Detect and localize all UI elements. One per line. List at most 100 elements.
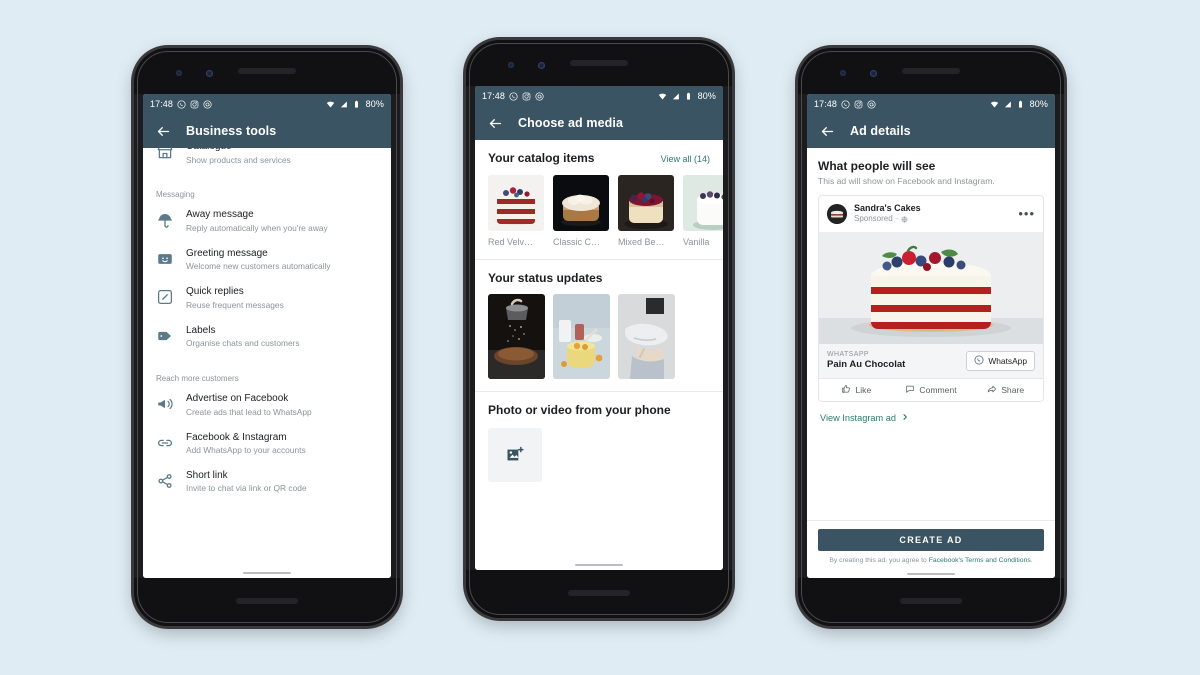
- list-item-subtitle: Organise chats and customers: [186, 338, 300, 349]
- whatsapp-cta-button[interactable]: WhatsApp: [966, 350, 1035, 371]
- battery-percent-label: 80%: [1029, 99, 1048, 109]
- bottom-speaker-grille: [900, 598, 962, 604]
- back-arrow-icon[interactable]: [156, 124, 171, 139]
- whatsapp-icon: [177, 99, 186, 109]
- wifi-icon: [326, 100, 335, 109]
- list-item-away-message[interactable]: Away message Reply automatically when yo…: [143, 202, 391, 240]
- labels-icon: [156, 327, 174, 345]
- messenger-icon: [867, 99, 876, 109]
- like-button[interactable]: Like: [819, 384, 894, 396]
- catalog-thumbnail-strip[interactable]: Red Velv… Classic C… Mixed Be… Vanilla: [488, 175, 723, 247]
- catalog-item-label: Red Velv…: [488, 237, 534, 247]
- list-item-advertise-on-facebook[interactable]: Advertise on Facebook Create ads that le…: [143, 386, 391, 424]
- list-item-greeting-message[interactable]: Greeting message Welcome new customers a…: [143, 241, 391, 279]
- terms-text: By creating this ad, you agree to Facebo…: [818, 557, 1044, 566]
- signal-icon: [1003, 100, 1012, 109]
- camera-sensor-icon: [176, 70, 182, 76]
- status-thumbnail-strip[interactable]: [488, 294, 710, 379]
- catalog-thumbnail-classic-cream[interactable]: [553, 175, 609, 231]
- signal-icon: [671, 92, 680, 101]
- phone-top-bezel: [798, 48, 1064, 94]
- ad-meta-separator: ·: [895, 214, 899, 224]
- phone-bottom-bezel: [798, 578, 1064, 626]
- globe-icon: [901, 216, 908, 223]
- front-camera-icon: [870, 70, 877, 77]
- catalog-item[interactable]: Classic C…: [553, 175, 609, 247]
- front-camera-icon: [538, 62, 545, 69]
- section-title: Photo or video from your phone: [488, 403, 671, 417]
- list-item-title: Advertise on Facebook: [186, 393, 289, 405]
- ad-kicker-label: WHATSAPP: [827, 351, 869, 359]
- list-item-title: Facebook & Instagram: [186, 431, 287, 443]
- section-label-messaging: Messaging: [156, 190, 195, 200]
- phone-bottom-bezel: [134, 578, 400, 626]
- wifi-icon: [658, 92, 667, 101]
- app-bar: Ad details: [807, 114, 1055, 148]
- terms-link[interactable]: Facebook's Terms and Conditions: [929, 557, 1031, 564]
- list-item-subtitle: Invite to chat via link or QR code: [186, 483, 307, 494]
- ad-meta: Sponsored ·: [854, 214, 921, 224]
- catalog-thumbnail-mixed-berry[interactable]: [618, 175, 674, 231]
- phone-top-bezel: [134, 48, 400, 94]
- quick-replies-icon: [156, 288, 174, 306]
- catalog-item[interactable]: Mixed Be…: [618, 175, 674, 247]
- business-tools-list[interactable]: Catalogue Show products and services Mes…: [143, 148, 391, 578]
- list-item-labels[interactable]: Labels Organise chats and customers: [143, 318, 391, 356]
- list-item-title: Away message: [186, 209, 254, 221]
- create-ad-button[interactable]: CREATE AD: [818, 529, 1044, 552]
- avatar: [827, 203, 847, 224]
- list-item-title: Quick replies: [186, 286, 244, 298]
- share-icon: [156, 472, 174, 490]
- ad-card-footer: WHATSAPP Pain Au Chocolat WhatsApp: [819, 343, 1043, 378]
- status-thumbnail-kneading-dough[interactable]: [618, 294, 675, 379]
- catalog-item[interactable]: Vanilla: [683, 175, 723, 247]
- view-instagram-ad-link[interactable]: View Instagram ad: [818, 402, 1044, 433]
- terms-prefix: By creating this ad, you agree to: [829, 557, 929, 565]
- messenger-icon: [203, 99, 212, 109]
- status-time: 17:48: [150, 99, 174, 109]
- list-item-facebook-instagram[interactable]: Facebook & Instagram Add WhatsApp to you…: [143, 425, 391, 463]
- battery-icon: [1016, 100, 1025, 109]
- page-title: Ad details: [850, 124, 911, 138]
- catalog-item[interactable]: Red Velv…: [488, 175, 544, 247]
- list-item-quick-replies[interactable]: Quick replies Reuse frequent messages: [143, 279, 391, 317]
- status-bar: 17:48 80%: [475, 86, 723, 106]
- signal-icon: [339, 100, 348, 109]
- front-camera-icon: [206, 70, 213, 77]
- catalog-item-label: Mixed Be…: [618, 237, 665, 247]
- catalog-thumbnail-red-velvet[interactable]: [488, 175, 544, 231]
- status-thumbnail-sifting-flour[interactable]: [488, 294, 545, 379]
- add-photo-icon: [507, 446, 524, 461]
- create-ad-footer: CREATE AD By creating this ad, you agree…: [807, 520, 1055, 578]
- battery-icon: [684, 92, 693, 101]
- ad-headline: Pain Au Chocolat: [827, 359, 906, 371]
- back-arrow-icon[interactable]: [488, 116, 503, 131]
- phone-mockup-ad-details: 17:48 80% Ad details What people will se…: [798, 48, 1064, 626]
- catalog-thumbnail-vanilla[interactable]: [683, 175, 723, 231]
- battery-percent-label: 80%: [697, 91, 716, 101]
- catalog-item-label: Vanilla: [683, 237, 710, 247]
- section-heading: What people will see: [818, 159, 936, 173]
- list-item-title: Short link: [186, 469, 228, 481]
- list-item-catalogue[interactable]: Catalogue Show products and services: [143, 148, 391, 172]
- status-thumbnail-mixing-bowl[interactable]: [553, 294, 610, 379]
- share-button[interactable]: Share: [968, 384, 1043, 396]
- status-time: 17:48: [482, 91, 506, 101]
- section-title: Your catalog items: [488, 151, 595, 165]
- phone-screen: 17:48 80% Business tools Show products a…: [143, 94, 391, 578]
- storefront-icon: [156, 148, 174, 161]
- share-label: Share: [1001, 384, 1025, 395]
- messenger-icon: [535, 91, 544, 101]
- battery-icon: [352, 100, 361, 109]
- choose-ad-media-content[interactable]: Your catalog items View all (14) Red Vel…: [475, 140, 723, 570]
- add-photo-button[interactable]: [488, 428, 542, 482]
- ad-sponsored-label: Sponsored: [854, 214, 893, 224]
- whatsapp-icon: [974, 355, 984, 367]
- back-arrow-icon[interactable]: [820, 124, 835, 139]
- list-item-title: Labels: [186, 324, 216, 336]
- view-all-link[interactable]: View all (14): [661, 154, 710, 164]
- more-options-icon[interactable]: •••: [1018, 207, 1035, 220]
- ad-details-content[interactable]: What people will see This ad will show o…: [807, 148, 1055, 578]
- list-item-short-link[interactable]: Short link Invite to chat via link or QR…: [143, 463, 391, 501]
- comment-button[interactable]: Comment: [894, 384, 969, 396]
